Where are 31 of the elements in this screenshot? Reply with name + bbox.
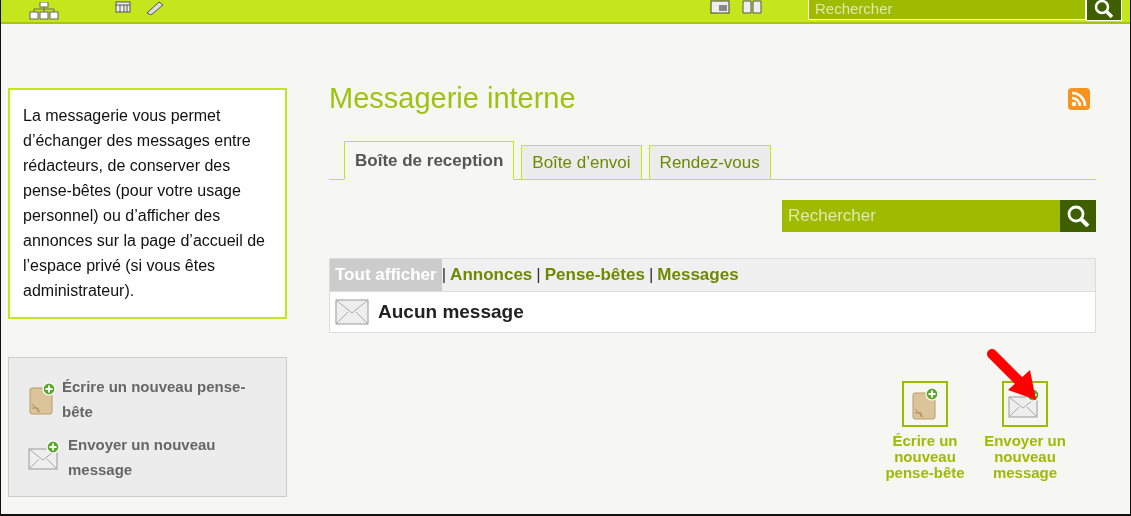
filter-link[interactable]: Messages (653, 265, 743, 285)
separator: | (648, 265, 654, 285)
action-link[interactable]: Écrire un nouveau pense-bête (876, 381, 974, 481)
rss-icon[interactable] (1068, 88, 1090, 110)
search-button[interactable] (1086, 0, 1122, 21)
search-icon (1093, 0, 1115, 18)
tab[interactable]: Boîte de reception (344, 141, 515, 180)
sidebar-link[interactable]: Écrire un nouveau pense-bête (28, 374, 268, 424)
page-title: Messagerie interne (329, 82, 576, 115)
filter-link[interactable]: Annonces (446, 265, 537, 285)
search-field[interactable]: Rechercher (782, 200, 1060, 232)
pencil-icon[interactable] (145, 1, 165, 15)
tab[interactable]: Boîte d’envoi (521, 145, 642, 180)
book-icon[interactable] (742, 0, 762, 14)
search-icon (1066, 205, 1090, 227)
filter-link[interactable]: Pense-bêtes (540, 265, 649, 285)
empty-message: Aucun message (378, 301, 524, 323)
memo-add-icon (911, 387, 939, 421)
search-button[interactable] (1060, 200, 1096, 232)
search-field[interactable]: Rechercher (808, 0, 1086, 20)
sitemap-icon[interactable] (29, 2, 59, 20)
envelope-add-icon (28, 440, 62, 472)
sidebar-link[interactable]: Envoyer un nouveau message (28, 432, 268, 482)
separator: | (536, 265, 541, 285)
envelope-icon (335, 299, 369, 325)
tab[interactable]: Rendez-vous (648, 145, 771, 180)
window-icon[interactable] (710, 0, 730, 14)
calendar-icon[interactable] (115, 1, 131, 13)
separator: | (441, 265, 447, 285)
memo-add-icon (28, 382, 56, 416)
intro-text: La messagerie vous permet d’échanger des messages entre rédacteurs, de conserver des pense-bêtes (pour votre usage personnel) ou d’afficher des annonces sur la page d’accueil de l’espace privé (si vous êtes administrateur). (8, 88, 287, 319)
